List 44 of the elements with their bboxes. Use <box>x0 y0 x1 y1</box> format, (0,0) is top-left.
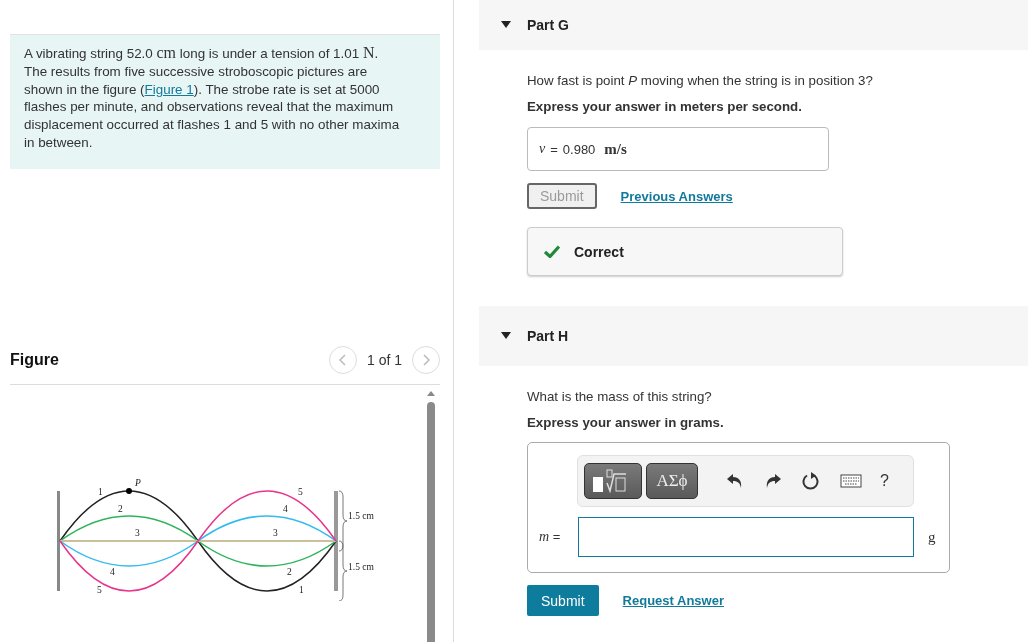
curve-label: 1 <box>98 487 103 497</box>
curve-label: 3 <box>135 528 140 538</box>
template-button[interactable] <box>584 463 642 499</box>
curve-label: 2 <box>118 504 123 514</box>
problem-text: A vibrating string 52.0 cm long is under a tension of 1.01 N. The results from five successive stroboscopic pictures are shown in the figure (Figure 1). The strobe rate is set at 5000 flashes per minute, and observations reveal that the maximum displacement occurred at flashes 1 and 5 with no other maxima in between. <box>24 44 401 152</box>
symbols-button[interactable]: ΑΣϕ <box>646 463 698 499</box>
question-text: What is the mass of this string? <box>527 389 713 404</box>
instruction-text: Express your answer in meters per second. <box>527 99 803 114</box>
chevron-left-icon <box>337 354 348 366</box>
curve-label: 4 <box>110 567 115 577</box>
question-text: How fast is point P moving when the string is in position 3? <box>527 73 874 88</box>
undo-icon[interactable] <box>726 473 744 489</box>
submit-button[interactable]: Submit <box>527 585 599 616</box>
figure-title: Figure <box>10 351 59 369</box>
part-title: Part H <box>527 328 569 344</box>
variable-label: m = <box>539 529 562 545</box>
help-button[interactable]: ? <box>874 463 895 499</box>
curve-label: 1 <box>299 585 304 595</box>
figure-link[interactable]: Figure 1 <box>144 81 194 97</box>
caret-icon[interactable] <box>501 332 511 340</box>
part-title: Part G <box>527 17 569 33</box>
point-label: P <box>135 478 141 488</box>
curve-label: 5 <box>298 487 303 497</box>
scale-label: 1.5 cm <box>348 511 374 521</box>
page-counter: 1 of 1 <box>366 352 402 368</box>
answer-display: v = 0.980 m/s <box>527 127 829 171</box>
scroll-up-icon[interactable] <box>427 390 435 396</box>
check-icon <box>544 245 560 258</box>
answer-field[interactable] <box>578 517 914 557</box>
scale-label: 1.5 cm <box>348 562 374 572</box>
previous-answers-link[interactable]: Previous Answers <box>620 188 733 204</box>
keyboard-icon[interactable] <box>840 474 862 488</box>
caret-icon[interactable] <box>501 21 511 29</box>
feedback-text: Correct <box>574 243 624 260</box>
curve-label: 5 <box>97 585 102 595</box>
unit-label: g <box>928 528 936 546</box>
curve-label: 4 <box>283 504 288 514</box>
chevron-right-icon <box>421 354 431 366</box>
request-answer-link[interactable]: Request Answer <box>622 593 724 608</box>
curve-label: 3 <box>273 528 278 538</box>
redo-icon[interactable] <box>764 473 782 489</box>
reset-icon[interactable] <box>802 472 820 490</box>
instruction-text: Express your answer in grams. <box>527 415 725 430</box>
curve-label: 2 <box>287 567 292 577</box>
